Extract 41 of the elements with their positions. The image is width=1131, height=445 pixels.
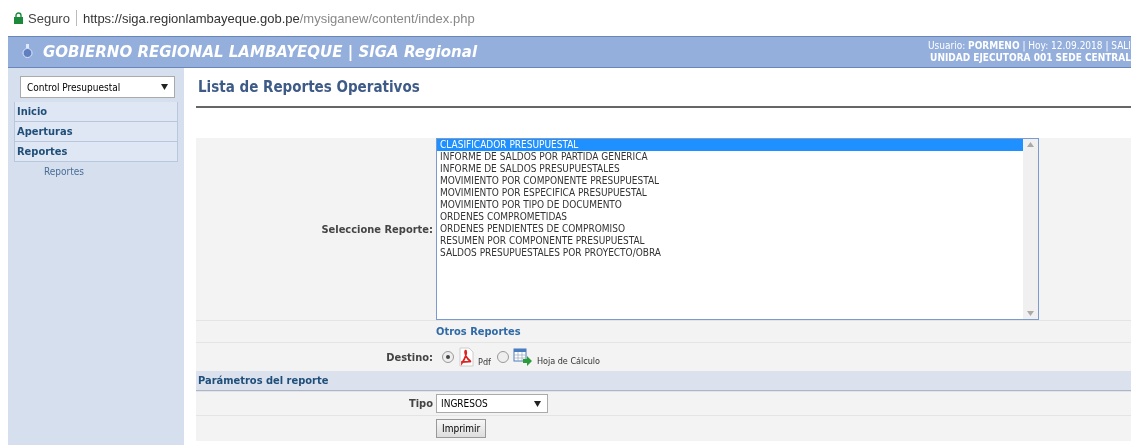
option-label: Hoja de Cálculo: [536, 356, 601, 366]
emblem-icon: [22, 44, 33, 60]
user-info: Usuario: PORMENO | Hoy: 12.09.2018 | SALI: [928, 40, 1131, 52]
nav-item[interactable]: Reportes: [14, 142, 178, 162]
field-label: Destino:: [386, 350, 433, 364]
nav-subitem[interactable]: Reportes: [44, 166, 84, 177]
caret-icon: [161, 84, 168, 90]
lock-icon: [14, 12, 23, 24]
pdf-icon: [458, 347, 474, 367]
caret-icon: [534, 400, 541, 407]
list-option[interactable]: ORDENES PENDIENTES DE COMPROMISO: [437, 223, 1023, 235]
list-option[interactable]: SALDOS PRESUPUESTALES POR PROYECTO/OBRA: [437, 247, 1023, 259]
section-header: Parámetros del reporte: [196, 371, 1131, 391]
list-option[interactable]: MOVIMIENTO POR TIPO DE DOCUMENTO: [437, 199, 1023, 211]
scroll-down-icon[interactable]: [1027, 311, 1034, 316]
spreadsheet-icon: [512, 348, 533, 366]
page-title: Lista de Reportes Operativos: [198, 78, 420, 96]
field-label: Seleccione Reporte:: [321, 222, 433, 236]
field-label: Tipo: [408, 397, 433, 410]
tipo-dropdown[interactable]: INGRESOS: [436, 394, 548, 413]
nav-item[interactable]: Inicio: [14, 102, 178, 122]
list-option[interactable]: INFORME DE SALDOS POR PARTIDA GENERICA: [437, 151, 1023, 163]
list-option[interactable]: MOVIMIENTO POR ESPECIFICA PRESUPUESTAL: [437, 187, 1023, 199]
print-button[interactable]: Imprimir: [436, 419, 487, 438]
report-listbox[interactable]: [436, 138, 1039, 320]
list-option[interactable]: RESUMEN POR COMPONENTE PRESUPUESTAL: [437, 235, 1023, 247]
list-option[interactable]: MOVIMIENTO POR COMPONENTE PRESUPUESTAL: [437, 175, 1023, 187]
list-option[interactable]: ORDENES COMPROMETIDAS: [437, 211, 1023, 223]
scroll-up-icon[interactable]: [1027, 142, 1034, 147]
app-title: GOBIERNO REGIONAL LAMBAYEQUE | SIGA Regional: [43, 43, 479, 61]
other-reports-link[interactable]: Otros Reportes: [436, 325, 521, 338]
module-dropdown[interactable]: Control Presupuestal: [20, 76, 175, 98]
unit-name: UNIDAD EJECUTORA 001 SEDE CENTRAL: [930, 52, 1131, 64]
option-label: Pdf: [478, 357, 491, 367]
radio-button[interactable]: [442, 351, 454, 363]
list-option[interactable]: INFORME DE SALDOS PRESUPUESTALES: [437, 163, 1023, 175]
url-text[interactable]: https://siga.regionlambayeque.gob.pe/mysiganew/content/index.php: [82, 10, 475, 26]
security-label: Seguro: [28, 10, 70, 26]
nav-item[interactable]: Aperturas: [14, 122, 178, 142]
radio-button[interactable]: [496, 351, 509, 363]
scrollbar[interactable]: [1023, 139, 1038, 319]
